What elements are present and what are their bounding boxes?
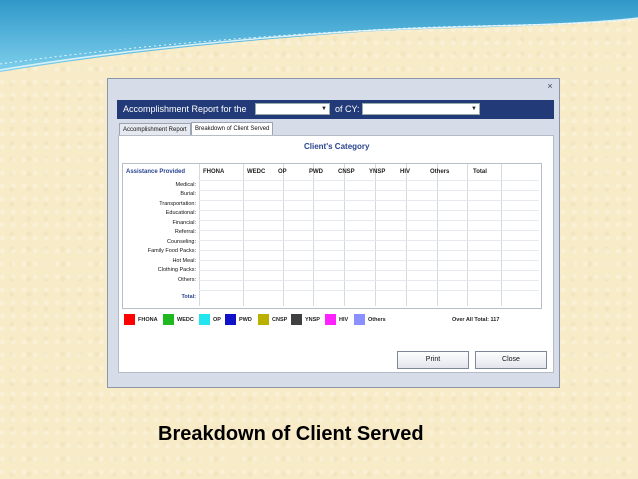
row-divider — [199, 220, 539, 221]
legend-label-ynsp: YNSP — [305, 317, 320, 323]
close-button[interactable]: Close — [475, 351, 547, 369]
column-header-fhona: FHONA — [203, 169, 225, 175]
column-divider — [199, 164, 200, 306]
year-select[interactable]: ▼ — [362, 103, 480, 115]
legend-swatch-cnsp — [258, 314, 269, 325]
legend-label-wedc: WEDC — [177, 317, 194, 323]
column-divider — [313, 164, 314, 306]
row-divider — [199, 260, 539, 261]
column-header-wedc: WEDC — [247, 169, 266, 175]
row-label-medical: Medical: — [175, 182, 196, 188]
row-divider — [199, 270, 539, 271]
column-header-hiv: HIV — [400, 169, 411, 175]
row-label-counseling: Counseling: — [166, 239, 196, 245]
row-divider — [199, 290, 539, 291]
row-header-assistance-provided: Assistance Provided — [126, 169, 186, 175]
row-label-transportation: Transportation: — [159, 201, 196, 207]
legend-swatch-hiv — [325, 314, 336, 325]
row-divider — [199, 210, 539, 211]
breakdown-table[interactable]: Assistance Provided FHONA WEDC OP PWD CN… — [122, 163, 542, 309]
column-divider — [243, 164, 244, 306]
legend-label-hiv: HIV — [339, 317, 349, 323]
breakdown-panel: Client's Category Assistance Provided FH… — [118, 135, 554, 373]
slide-caption: Breakdown of Client Served — [158, 423, 424, 445]
column-divider — [437, 164, 438, 306]
chevron-down-icon: ▼ — [471, 106, 477, 112]
tab-breakdown-of-client-served[interactable]: Breakdown of Client Served — [191, 122, 274, 136]
row-divider — [199, 180, 539, 181]
legend-label-pwd: PWD — [239, 317, 252, 323]
row-label-others: Others: — [177, 277, 196, 283]
row-label-total: Total: — [181, 294, 196, 300]
column-divider — [375, 164, 376, 306]
column-divider — [501, 164, 502, 306]
column-divider — [283, 164, 284, 306]
row-label-burial: Burial: — [180, 191, 196, 197]
application-window: × Accomplishment Report for the ▼ of CY:… — [107, 78, 560, 388]
report-header-bar: Accomplishment Report for the ▼ of CY: ▼ — [117, 100, 554, 119]
column-header-total: Total — [473, 169, 487, 175]
overall-total-label: Over All Total: — [452, 317, 489, 323]
legend-swatch-pwd — [225, 314, 236, 325]
column-header-cnsp: CNSP — [338, 169, 355, 175]
row-divider — [199, 280, 539, 281]
column-divider — [344, 164, 345, 306]
column-header-others: Others — [430, 169, 450, 175]
row-label-hot-meal: Hot Meal: — [172, 258, 196, 264]
legend-swatch-others — [354, 314, 365, 325]
chart-legend: FHONA WEDC OP PWD CNSP YNSP HIV Others O… — [122, 312, 540, 328]
window-close-icon[interactable]: × — [545, 82, 555, 91]
legend-label-cnsp: CNSP — [272, 317, 288, 323]
row-label-referral: Referral: — [174, 229, 196, 235]
client-category-title: Client's Category — [304, 142, 370, 151]
column-header-pwd: PWD — [309, 169, 323, 175]
legend-swatch-ynsp — [291, 314, 302, 325]
row-divider — [199, 240, 539, 241]
row-divider — [199, 230, 539, 231]
legend-label-others: Others — [368, 317, 386, 323]
print-button[interactable]: Print — [397, 351, 469, 369]
legend-label-op: OP — [213, 317, 221, 323]
row-label-clothing-packs: Clothing Packs: — [157, 267, 196, 273]
chevron-down-icon: ▼ — [321, 106, 327, 112]
row-label-family-food-packs: Family Food Packs: — [147, 248, 196, 254]
period-select[interactable]: ▼ — [255, 103, 330, 115]
year-label: of CY: — [335, 104, 360, 114]
header-wave-decoration — [0, 0, 638, 72]
legend-swatch-op — [199, 314, 210, 325]
row-label-financial: Financial: — [172, 220, 196, 226]
overall-total-value: 117 — [490, 317, 500, 323]
row-label-educational: Educational: — [165, 210, 196, 216]
row-divider — [199, 190, 539, 191]
legend-swatch-fhona — [124, 314, 135, 325]
column-divider — [406, 164, 407, 306]
overall-total: Over All Total: 117 — [452, 317, 499, 323]
column-divider — [467, 164, 468, 306]
report-period-label: Accomplishment Report for the — [123, 104, 247, 114]
row-divider — [199, 200, 539, 201]
legend-label-fhona: FHONA — [138, 317, 158, 323]
column-header-op: OP — [278, 169, 287, 175]
legend-swatch-wedc — [163, 314, 174, 325]
row-divider — [199, 250, 539, 251]
column-header-ynsp: YNSP — [369, 169, 386, 175]
